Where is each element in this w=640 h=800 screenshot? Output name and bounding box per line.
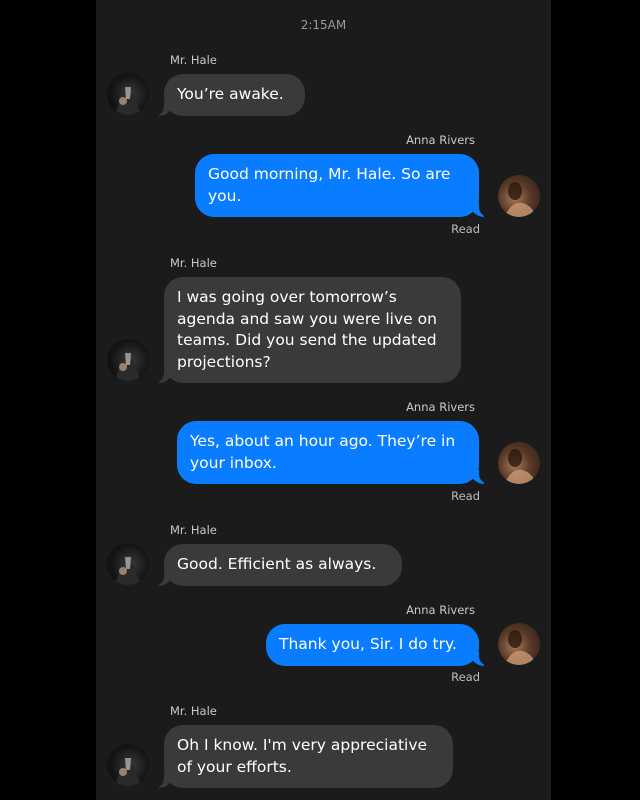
message-bubble-incoming[interactable]: You’re awake. [154, 74, 305, 116]
read-receipt: Read [451, 670, 480, 684]
message-bubble-outgoing[interactable]: Good morning, Mr. Hale. So are you. [195, 154, 489, 217]
sender-label: Anna Rivers [406, 603, 475, 617]
avatar-mr-hale-icon[interactable] [107, 543, 149, 585]
message-bubble-incoming[interactable]: Oh I know. I'm very appreciative of your… [154, 725, 453, 788]
avatar-anna-rivers-icon[interactable] [498, 442, 540, 484]
message-bubble-outgoing[interactable]: Thank you, Sir. I do try. [266, 624, 489, 666]
sender-label: Mr. Hale [170, 53, 217, 67]
sender-label: Mr. Hale [170, 523, 217, 537]
avatar-mr-hale-icon[interactable] [107, 73, 149, 115]
avatar-mr-hale-icon[interactable] [107, 744, 149, 786]
avatar-anna-rivers-icon[interactable] [498, 175, 540, 217]
message-bubble-outgoing[interactable]: Yes, about an hour ago. They’re in your … [177, 421, 489, 484]
sender-label: Mr. Hale [170, 256, 217, 270]
sender-label: Anna Rivers [406, 133, 475, 147]
read-receipt: Read [451, 222, 480, 236]
sender-label: Anna Rivers [406, 400, 475, 414]
message-bubble-incoming[interactable]: Good. Efficient as always. [154, 544, 402, 586]
avatar-anna-rivers-icon[interactable] [498, 623, 540, 665]
chat-screen: 2:15AM Mr. Hale You’re awake. Anna River… [96, 0, 551, 800]
conversation-timestamp: 2:15AM [300, 18, 347, 32]
message-bubble-incoming[interactable]: I was going over tomorrow’s agenda and s… [154, 277, 461, 383]
avatar-mr-hale-icon[interactable] [107, 339, 149, 381]
read-receipt: Read [451, 489, 480, 503]
sender-label: Mr. Hale [170, 704, 217, 718]
